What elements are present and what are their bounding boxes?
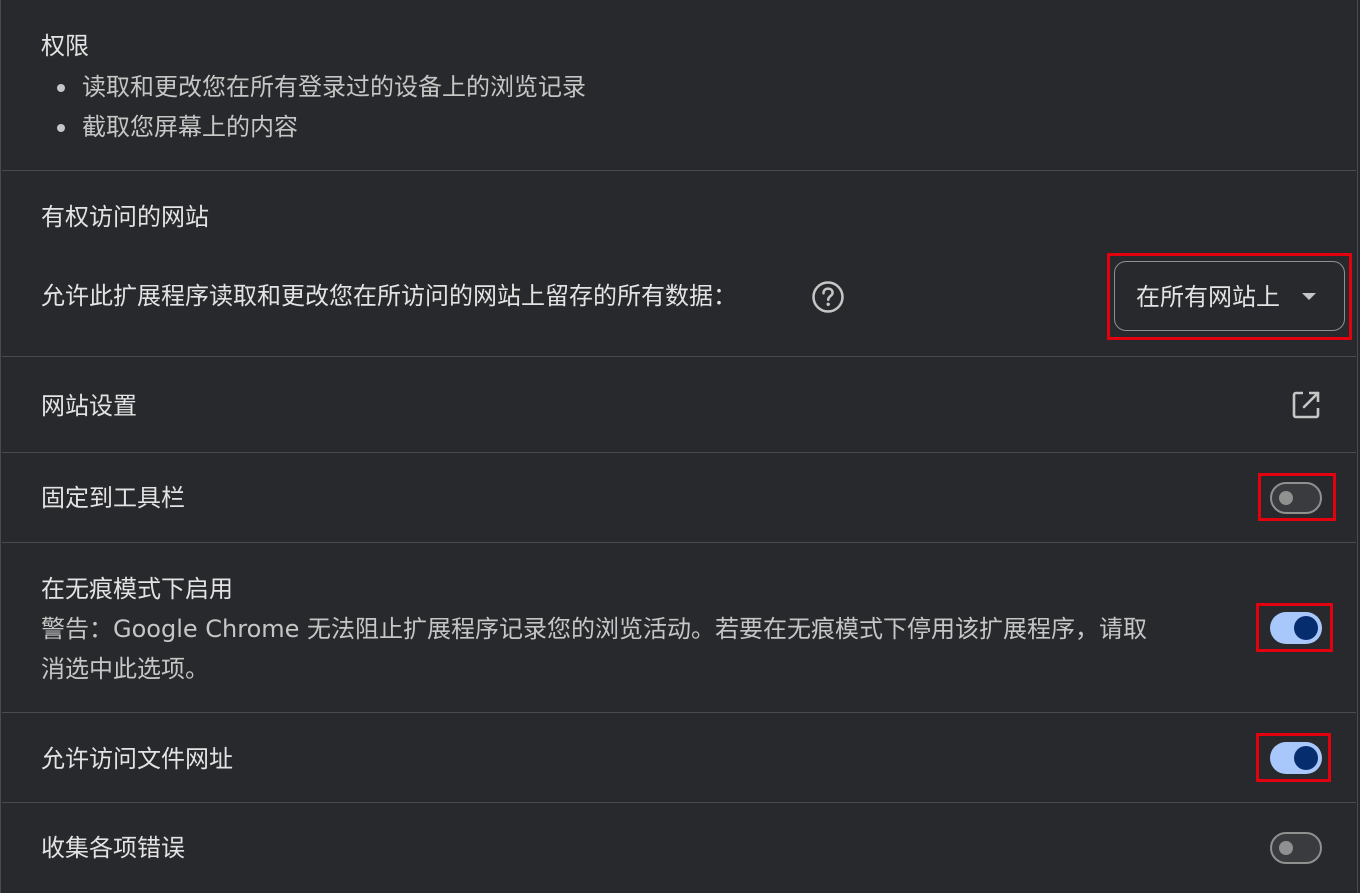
section-divider <box>2 712 1356 713</box>
incognito-toggle[interactable] <box>1270 612 1322 644</box>
open-in-new-icon[interactable] <box>1290 389 1322 421</box>
collect-errors-toggle[interactable] <box>1270 832 1322 864</box>
toggle-knob <box>1279 841 1293 855</box>
extension-details-panel: 权限 读取和更改您在所有登录过的设备上的浏览记录 截取您屏幕上的内容 有权访问的… <box>0 0 1358 893</box>
site-access-description: 允许此扩展程序读取和更改您在所访问的网站上留存的所有数据： <box>41 282 737 310</box>
site-access-title: 有权访问的网站 <box>41 203 209 231</box>
file-urls-toggle[interactable] <box>1270 742 1322 774</box>
file-urls-label: 允许访问文件网址 <box>41 745 233 773</box>
pin-toolbar-toggle[interactable] <box>1270 482 1322 514</box>
section-divider <box>2 542 1356 543</box>
site-settings-label[interactable]: 网站设置 <box>41 390 137 422</box>
dropdown-arrow-icon <box>1302 293 1316 300</box>
incognito-warning-line2: 消选中此选项。 <box>41 655 209 683</box>
site-access-select[interactable]: 在所有网站上 <box>1114 261 1345 331</box>
section-divider <box>2 452 1356 453</box>
section-divider <box>2 170 1356 171</box>
incognito-warning-line1: 警告：Google Chrome 无法阻止扩展程序记录您的浏览活动。若要在无痕模… <box>41 615 1148 643</box>
bullet-icon <box>57 84 65 92</box>
permissions-title: 权限 <box>41 32 89 60</box>
toggle-knob <box>1279 491 1293 505</box>
help-circle-icon[interactable] <box>811 280 845 314</box>
site-access-select-value: 在所有网站上 <box>1136 283 1280 311</box>
toggle-knob <box>1294 746 1318 770</box>
permission-item: 截取您屏幕上的内容 <box>82 113 298 141</box>
toggle-knob <box>1294 616 1318 640</box>
pin-toolbar-label: 固定到工具栏 <box>41 484 185 512</box>
site-settings-row[interactable] <box>2 357 1356 452</box>
incognito-label: 在无痕模式下启用 <box>41 575 233 603</box>
section-divider <box>2 802 1356 803</box>
bullet-icon <box>57 124 65 132</box>
permission-item: 读取和更改您在所有登录过的设备上的浏览记录 <box>82 73 586 101</box>
collect-errors-label: 收集各项错误 <box>41 834 185 862</box>
